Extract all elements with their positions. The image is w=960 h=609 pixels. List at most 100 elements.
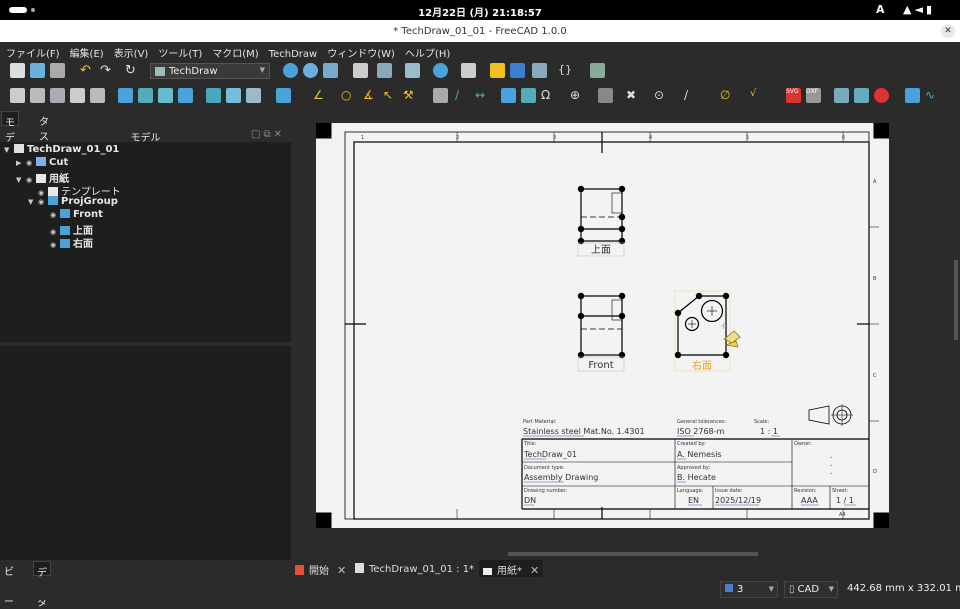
- extent-dimension-icon[interactable]: ↖: [383, 88, 398, 103]
- balloon-icon[interactable]: ↔: [475, 88, 490, 103]
- tree-item[interactable]: ▼ TechDraw_01_01: [4, 144, 119, 157]
- spreadsheet-view-icon[interactable]: ∿: [925, 88, 940, 103]
- navigation-style-selector[interactable]: ▯ CAD ▼: [784, 581, 838, 598]
- refresh-icon[interactable]: ↻: [125, 63, 140, 78]
- close-icon[interactable]: ✕: [274, 129, 285, 140]
- redraw-page-icon[interactable]: [50, 88, 65, 103]
- menu-techdraw[interactable]: TechDraw: [263, 46, 322, 60]
- tree-item[interactable]: ◉ テンプレート: [28, 183, 121, 198]
- menu-edit[interactable]: 編集(E): [64, 42, 108, 60]
- tab-view[interactable]: ビュー: [1, 561, 17, 608]
- horizontal-scroll-thumb[interactable]: [508, 552, 758, 556]
- line-decor-icon[interactable]: ∕: [684, 88, 699, 103]
- annotation-icon[interactable]: [433, 88, 448, 103]
- whats-this-icon[interactable]: [590, 63, 605, 78]
- tab-data[interactable]: データ: [33, 561, 51, 609]
- toggle-frames-icon[interactable]: [834, 88, 849, 103]
- menu-help[interactable]: ヘルプ(H): [399, 42, 454, 60]
- menu-window[interactable]: ウィンドウ(W): [321, 42, 399, 60]
- python-console-icon[interactable]: {}: [558, 63, 573, 78]
- window-close-button[interactable]: ✕: [941, 24, 955, 38]
- expand-arrow-right-icon[interactable]: ▶: [16, 159, 26, 167]
- part-icon[interactable]: [490, 63, 505, 78]
- expand-arrow-down-icon[interactable]: ▼: [16, 176, 26, 184]
- redo-icon[interactable]: ↷: [100, 63, 115, 78]
- undo-icon[interactable]: ↶: [80, 63, 95, 78]
- expand-arrow-down-icon[interactable]: ▼: [4, 146, 14, 154]
- drawing-sheet[interactable]: 1 2 3 4 5 6 A B C D A4 上面 Front 右面 Part …: [316, 123, 889, 528]
- box-selection-icon[interactable]: [405, 63, 420, 78]
- menu-tools[interactable]: ツール(T): [152, 42, 206, 60]
- horizontal-scrollbar[interactable]: [293, 550, 952, 558]
- insert-template-icon[interactable]: [30, 88, 45, 103]
- system-clock[interactable]: 12月22日 (月) 21:18:57: [0, 4, 960, 19]
- layer-selector[interactable]: 3 ▼: [720, 581, 778, 598]
- broken-view-icon[interactable]: [138, 88, 153, 103]
- stack-icon[interactable]: [276, 88, 291, 103]
- export-page-icon[interactable]: [70, 88, 85, 103]
- macro-icon[interactable]: [532, 63, 547, 78]
- projection-group-icon[interactable]: [158, 88, 173, 103]
- length-dimension-icon[interactable]: ∠: [313, 88, 328, 103]
- vertex-icon[interactable]: ⊙: [654, 88, 669, 103]
- surface-finish-icon[interactable]: √: [750, 88, 765, 103]
- save-icon[interactable]: [50, 63, 65, 78]
- measure-icon[interactable]: [433, 63, 448, 78]
- expand-arrow-down-icon[interactable]: ▼: [28, 198, 38, 206]
- geom-hatch-icon[interactable]: [521, 88, 536, 103]
- restore-icon[interactable]: □: [251, 129, 263, 140]
- hatch-icon[interactable]: [501, 88, 516, 103]
- active-view-icon[interactable]: [226, 88, 241, 103]
- draw-style-icon[interactable]: [377, 63, 392, 78]
- input-method-indicator[interactable]: A: [876, 3, 885, 16]
- panel-splitter[interactable]: [0, 342, 291, 345]
- visibility-eye-icon[interactable]: ◉: [50, 241, 60, 249]
- visibility-eye-icon[interactable]: ◉: [26, 159, 36, 167]
- tree-item[interactable]: ◉ 右面: [40, 235, 93, 250]
- hide-icon[interactable]: [874, 88, 889, 103]
- tab-model[interactable]: モデル: [1, 111, 19, 159]
- centerline-icon[interactable]: ⊕: [570, 88, 585, 103]
- toggle-vertex-icon[interactable]: [854, 88, 869, 103]
- float-icon[interactable]: ⧉: [263, 129, 273, 140]
- export-dxf-icon[interactable]: DXF: [806, 88, 821, 103]
- fit-selection-icon[interactable]: [303, 63, 318, 78]
- weld-symbol-icon[interactable]: ∅: [720, 88, 735, 103]
- symbol-icon[interactable]: Ω: [541, 88, 556, 103]
- print-icon[interactable]: [90, 88, 105, 103]
- tree-item[interactable]: ◉ Front: [40, 209, 103, 222]
- repair-dimension-icon[interactable]: ⚒: [403, 88, 418, 103]
- new-file-icon[interactable]: [10, 63, 25, 78]
- cosmetic-icon[interactable]: [598, 88, 613, 103]
- open-file-icon[interactable]: [30, 63, 45, 78]
- menu-file[interactable]: ファイル(F): [0, 42, 64, 60]
- close-icon[interactable]: ✕: [530, 564, 539, 577]
- detail-view-icon[interactable]: [206, 88, 221, 103]
- group-icon[interactable]: [510, 63, 525, 78]
- doc-tab-document[interactable]: TechDraw_01_01 : 1*✕: [355, 560, 491, 577]
- insert-page-icon[interactable]: [10, 88, 25, 103]
- vertical-scroll-thumb[interactable]: [954, 260, 958, 340]
- leader-icon[interactable]: ∕: [455, 88, 470, 103]
- cosmetic-line-icon[interactable]: ✖: [626, 88, 641, 103]
- tree-item[interactable]: ◉ 上面: [40, 222, 93, 237]
- section-view-icon[interactable]: [178, 88, 193, 103]
- system-tray[interactable]: ▲◄▮: [903, 3, 935, 16]
- tree-item[interactable]: ▼ ◉ 用紙: [16, 170, 69, 185]
- insert-view-icon[interactable]: [118, 88, 133, 103]
- visibility-eye-icon[interactable]: ◉: [50, 211, 60, 219]
- view-cube-icon[interactable]: [323, 63, 338, 78]
- radius-dimension-icon[interactable]: ○: [341, 88, 356, 103]
- export-svg-icon[interactable]: SVG: [786, 88, 801, 103]
- vertical-scrollbar[interactable]: [952, 110, 960, 550]
- doc-tab-page[interactable]: 用紙* ✕: [479, 560, 544, 577]
- workbench-selector[interactable]: TechDraw ▼: [150, 63, 270, 79]
- tree-item[interactable]: ▼ ◉ ProjGroup: [28, 196, 118, 209]
- link-icon[interactable]: [461, 63, 476, 78]
- draft-view-icon[interactable]: [246, 88, 261, 103]
- close-icon[interactable]: ✕: [337, 564, 346, 577]
- std-view-icon[interactable]: [353, 63, 368, 78]
- angle-dimension-icon[interactable]: ∡: [363, 88, 378, 103]
- doc-tab-start[interactable]: 開始 ✕: [295, 560, 346, 577]
- menu-view[interactable]: 表示(V): [108, 42, 153, 60]
